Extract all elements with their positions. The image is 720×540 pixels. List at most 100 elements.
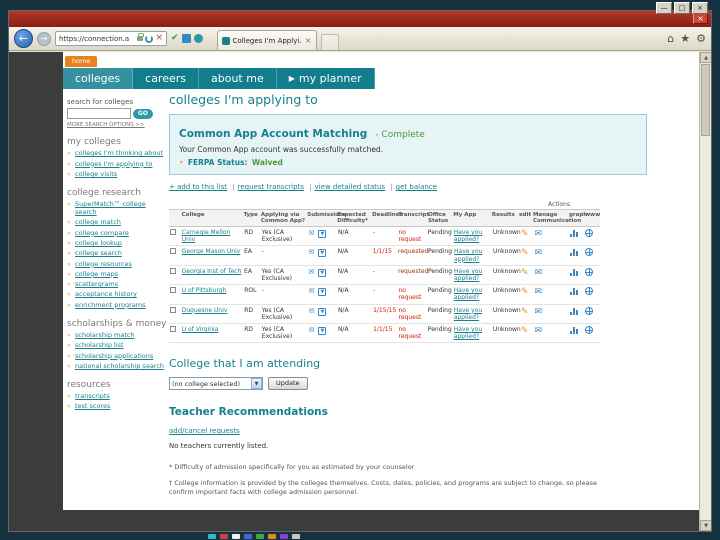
manage-communication-icon[interactable]: ✉ — [535, 248, 543, 258]
column-header[interactable]: Office Status — [427, 210, 452, 226]
college-link[interactable]: Carnegie Mellon Univ — [182, 229, 230, 243]
vertical-scrollbar[interactable]: ▲ ▼ — [699, 52, 711, 531]
site-home-button[interactable]: home — [65, 56, 98, 67]
address-bar[interactable]: https://connection.a × — [55, 31, 167, 46]
tools-gear-icon[interactable]: ⚙ — [696, 33, 706, 44]
have-you-applied-link[interactable]: Have you applied? — [454, 326, 482, 340]
college-search-input[interactable] — [67, 108, 131, 119]
nav-tab-my-planner[interactable]: ▶ my planner — [277, 68, 375, 89]
edit-pencil-icon[interactable]: ✎ — [521, 326, 529, 336]
back-button[interactable]: ← — [14, 29, 33, 48]
sidebar-link[interactable]: scholarship match — [67, 331, 167, 340]
college-link[interactable]: U of Pittsburgh — [182, 287, 227, 294]
column-header[interactable]: Manage Communication — [532, 210, 581, 226]
compatibility-icon[interactable] — [193, 34, 203, 43]
www-globe-icon[interactable] — [585, 229, 594, 238]
envelope-icon[interactable]: ✉ — [308, 268, 314, 276]
www-globe-icon[interactable] — [585, 287, 594, 296]
taskbar-icon[interactable] — [244, 534, 252, 539]
manage-communication-icon[interactable]: ✉ — [535, 287, 543, 297]
column-header[interactable]: Results — [491, 210, 518, 226]
have-you-applied-link[interactable]: Have you applied? — [454, 229, 482, 243]
edit-pencil-icon[interactable]: ✎ — [521, 287, 529, 297]
nav-tab-about-me[interactable]: about me — [199, 68, 277, 89]
download-icon[interactable]: ▼ — [318, 288, 327, 297]
page-icon[interactable] — [181, 34, 191, 43]
graph-icon[interactable] — [569, 268, 580, 276]
download-icon[interactable]: ▼ — [318, 326, 327, 335]
nav-tab-careers[interactable]: careers — [133, 68, 199, 89]
taskbar-icon[interactable] — [220, 534, 228, 539]
column-header[interactable]: www — [584, 210, 600, 226]
sidebar-link[interactable]: colleges I'm thinking about — [67, 150, 167, 158]
close-button[interactable]: × — [692, 2, 708, 14]
college-link[interactable]: George Mason Univ — [182, 248, 241, 255]
sidebar-link[interactable]: national scholarship search — [67, 362, 167, 371]
update-button[interactable]: Update — [268, 377, 308, 391]
search-go-button[interactable]: GO — [133, 108, 154, 119]
sidebar-link[interactable]: SuperMatch™ college search — [67, 200, 167, 217]
column-header[interactable]: Expected Difficulty* — [336, 210, 371, 226]
list-action-link[interactable]: request transcripts — [229, 183, 304, 191]
have-you-applied-link[interactable]: Have you applied? — [454, 248, 482, 262]
browser-close-button[interactable]: × — [693, 13, 708, 24]
download-icon[interactable]: ▼ — [318, 307, 327, 316]
taskbar-icon[interactable] — [232, 534, 240, 539]
taskbar-icon[interactable] — [268, 534, 276, 539]
graph-icon[interactable] — [569, 248, 580, 257]
sidebar-link[interactable]: college search — [67, 249, 167, 258]
maximize-button[interactable]: □ — [674, 2, 690, 14]
have-you-applied-link[interactable]: Have you applied? — [454, 307, 482, 321]
college-link[interactable]: U of Virginia — [182, 326, 219, 333]
minimize-button[interactable]: — — [656, 2, 672, 14]
edit-pencil-icon[interactable]: ✎ — [521, 248, 529, 258]
www-globe-icon[interactable] — [585, 267, 594, 276]
row-checkbox[interactable] — [170, 287, 176, 294]
www-globe-icon[interactable] — [585, 248, 594, 257]
column-header[interactable]: My App — [452, 210, 491, 226]
more-search-options-link[interactable]: MORE SEARCH OPTIONS >> — [67, 122, 167, 128]
edit-pencil-icon[interactable]: ✎ — [521, 229, 529, 239]
sidebar-link[interactable]: transcripts — [67, 392, 167, 401]
envelope-icon[interactable]: ✉ — [309, 326, 315, 334]
sidebar-link[interactable]: college compare — [67, 229, 167, 238]
favorites-star-icon[interactable]: ★ — [680, 33, 690, 44]
sidebar-link[interactable]: college lookup — [67, 239, 167, 248]
college-link[interactable]: Georgia Inst of Tech — [182, 268, 242, 275]
row-checkbox[interactable] — [170, 248, 176, 255]
college-link[interactable]: Duquesne Univ — [182, 307, 228, 314]
sidebar-link[interactable]: scholarship list — [67, 341, 167, 350]
row-checkbox[interactable] — [170, 325, 176, 332]
list-action-link[interactable]: get balance — [387, 183, 437, 191]
edit-pencil-icon[interactable]: ✎ — [521, 307, 529, 317]
row-checkbox[interactable] — [170, 306, 176, 313]
column-header[interactable]: Submissions — [306, 210, 346, 226]
sidebar-link[interactable]: scattergrams — [67, 280, 167, 289]
column-header[interactable]: Type — [242, 210, 259, 226]
have-you-applied-link[interactable]: Have you applied? — [454, 268, 482, 282]
attending-college-select[interactable]: (no college selected) ▼ — [169, 377, 263, 391]
browser-tab[interactable]: Colleges I'm Applyi... × — [216, 30, 317, 50]
graph-icon[interactable] — [569, 326, 580, 334]
check-icon[interactable]: ✔ — [171, 34, 179, 43]
edit-pencil-icon[interactable]: ✎ — [521, 268, 529, 278]
envelope-icon[interactable]: ✉ — [308, 248, 314, 256]
sidebar-link[interactable]: college match — [67, 219, 167, 227]
column-header[interactable]: graph — [568, 210, 587, 226]
refresh-icon[interactable] — [145, 34, 154, 43]
manage-communication-icon[interactable]: ✉ — [535, 268, 543, 278]
sidebar-link[interactable]: enrichment programs — [67, 301, 167, 310]
sidebar-link[interactable]: college visits — [67, 170, 167, 179]
list-action-link[interactable]: view detailed status — [306, 183, 386, 191]
scroll-down-icon[interactable]: ▼ — [700, 520, 711, 531]
manage-communication-icon[interactable]: ✉ — [535, 326, 543, 336]
envelope-icon[interactable]: ✉ — [309, 307, 315, 315]
taskbar-icon[interactable] — [208, 534, 216, 539]
sidebar-link[interactable]: colleges I'm applying to — [67, 160, 167, 169]
taskbar-icon[interactable] — [256, 534, 264, 539]
www-globe-icon[interactable] — [585, 325, 594, 334]
download-icon[interactable]: ▼ — [318, 230, 327, 239]
forward-button[interactable]: → — [37, 31, 51, 46]
scroll-up-icon[interactable]: ▲ — [700, 52, 711, 63]
manage-communication-icon[interactable]: ✉ — [535, 307, 543, 317]
